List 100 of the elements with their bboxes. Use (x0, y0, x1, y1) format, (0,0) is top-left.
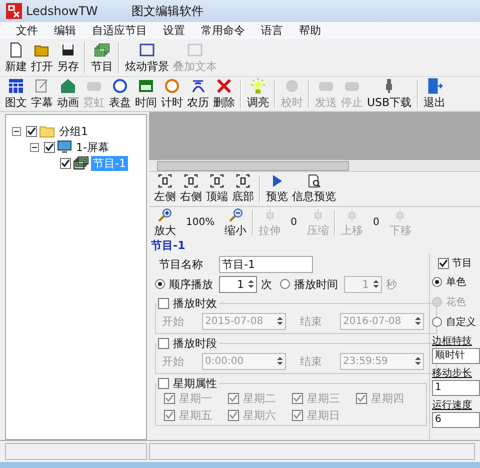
field-label: 节目名称 (158, 256, 204, 272)
squiggle-icon (190, 78, 206, 94)
page-icon (8, 42, 24, 58)
group-label: 星期属性 (173, 376, 217, 391)
radio-label: 单色 (446, 276, 466, 289)
scrollbar[interactable] (149, 160, 480, 171)
checkbox[interactable] (164, 410, 175, 421)
bracket-icon (184, 174, 198, 188)
field-label: 开始 (161, 314, 185, 328)
toolbar-button[interactable]: 调亮 (245, 77, 271, 111)
monitor-icon (57, 140, 72, 154)
screen-icon (138, 78, 154, 94)
checkbox[interactable] (158, 378, 169, 389)
name-field[interactable]: 节目-1 (219, 256, 313, 272)
radio-button[interactable] (155, 279, 165, 289)
radio-button[interactable] (280, 279, 290, 289)
checkbox[interactable] (44, 142, 55, 152)
play-icon (270, 174, 284, 188)
toolbar-button[interactable]: 节目 (89, 39, 115, 76)
toolbar-button[interactable]: 时间 (133, 77, 159, 111)
unit-label: 次 (261, 276, 272, 292)
checkbox[interactable] (228, 393, 239, 404)
toolbar-button[interactable]: 删除 (211, 77, 237, 111)
house-icon (60, 78, 76, 94)
folder-icon (39, 124, 55, 138)
field-label: 结束 (299, 314, 323, 328)
group-label: 播放时效 (173, 296, 217, 311)
checkbox[interactable] (292, 393, 303, 404)
menu-item[interactable]: 编辑 (46, 23, 84, 38)
spin-field[interactable]: 1 (219, 276, 257, 292)
zoom-out-icon (228, 208, 243, 222)
effect-dropdown[interactable]: 顺时针 (432, 348, 480, 364)
toolbar-button[interactable]: 图文 (3, 77, 29, 111)
group-label: 播放时段 (173, 336, 217, 351)
checkbox-label: 星期一 (179, 391, 212, 406)
radio-button[interactable] (432, 317, 442, 327)
alarm-clock-icon (164, 78, 180, 94)
checkbox[interactable] (164, 393, 175, 404)
toolbar-button[interactable]: 字幕 (29, 77, 55, 111)
frame-icon (187, 42, 203, 58)
toolbar-button[interactable]: 左侧 (152, 172, 178, 206)
toolbar-button[interactable]: 退出 (422, 77, 448, 111)
collapse-icon[interactable] (30, 142, 39, 152)
toolbar-button[interactable]: 缩小 (222, 207, 249, 238)
bulb-icon (250, 78, 266, 94)
checkbox[interactable] (228, 410, 239, 421)
toolbar-button[interactable]: USB下载 (365, 77, 414, 111)
document-search-icon (307, 174, 321, 188)
toolbar-button[interactable]: 底部 (230, 172, 256, 206)
grid-icon (8, 78, 24, 94)
checkbox[interactable] (292, 410, 303, 421)
close-icon (216, 78, 232, 94)
value-label: 100% (185, 217, 216, 228)
toolbar-button[interactable]: 农历 (185, 77, 211, 111)
menu-item[interactable]: 文件 (8, 23, 46, 38)
menu-item[interactable]: 帮助 (291, 23, 329, 38)
checkbox[interactable] (158, 298, 169, 309)
tree-item[interactable]: 分组1 (57, 124, 90, 138)
toolbar-button[interactable]: 右侧 (178, 172, 204, 206)
radio-button[interactable] (432, 277, 442, 287)
bracket-icon (210, 174, 224, 188)
menu-item[interactable]: 自适应节目 (84, 23, 155, 38)
checkbox-label: 星期二 (243, 391, 276, 406)
step-field[interactable]: 1 (432, 380, 480, 396)
checkbox[interactable] (26, 126, 37, 136)
speed-field[interactable]: 6 (432, 412, 480, 428)
app-logo-icon (6, 3, 22, 19)
menu-item[interactable]: 设置 (155, 23, 193, 38)
toolbar-button[interactable]: 计时 (159, 77, 185, 111)
toolbar-button[interactable]: 炫动背景 (123, 39, 171, 76)
menu-item[interactable]: 常用命令 (193, 23, 253, 38)
zoom-in-icon (158, 208, 172, 222)
tree-item[interactable]: 1-屏幕 (74, 140, 111, 154)
toolbar-button[interactable]: 顶端 (204, 172, 230, 206)
dot-icon (284, 78, 300, 94)
collapse-icon[interactable] (12, 126, 21, 136)
checkbox[interactable] (60, 158, 71, 168)
clock-icon (112, 78, 128, 94)
program-heading: 节目-1 (150, 238, 186, 252)
window-title: LedshowTW (26, 4, 98, 18)
field-label: 边框特技 (432, 334, 473, 348)
toolbar-button[interactable]: 新建 (3, 39, 29, 76)
radio-label: 自定义 (446, 316, 476, 329)
bracket-icon (236, 174, 250, 188)
radio-label: 花色 (446, 296, 466, 309)
checkbox[interactable] (158, 338, 169, 349)
toolbar-button[interactable]: 表盘 (107, 77, 133, 111)
checkbox[interactable] (438, 258, 449, 268)
checkbox-label: 星期日 (307, 408, 340, 423)
toolbar-button[interactable]: 信息预览 (290, 172, 338, 206)
toolbar-button[interactable]: 打开 (29, 39, 55, 76)
field-label: 开始 (161, 354, 185, 368)
checkbox[interactable] (356, 393, 367, 404)
toolbar-button[interactable]: 预览 (264, 172, 290, 206)
paper-icon (34, 78, 50, 94)
radio-label: 顺序播放 (169, 276, 213, 292)
menu-item[interactable]: 语言 (253, 23, 291, 38)
toolbar-button[interactable]: 另存 (55, 39, 81, 76)
toolbar-button[interactable]: 动画 (55, 77, 81, 111)
toolbar-button[interactable]: 放大 (152, 207, 178, 238)
